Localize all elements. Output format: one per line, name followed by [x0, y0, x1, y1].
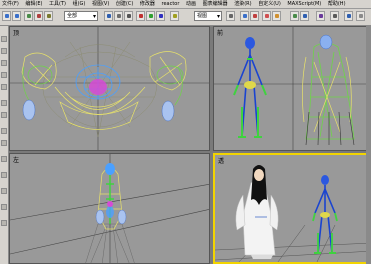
menu-customize[interactable]: 自定义(U) [258, 0, 281, 8]
tool-icon-5[interactable] [1, 84, 7, 90]
menu-rendering[interactable]: 渲染(R) [234, 0, 251, 8]
material-editor-icon[interactable] [316, 11, 325, 21]
menu-animation[interactable]: 动画 [186, 0, 196, 8]
tool-icon-11[interactable] [1, 172, 7, 178]
tool-icon-14[interactable] [1, 220, 7, 226]
render-scene-icon[interactable] [330, 11, 339, 21]
biped-pelvis [244, 81, 256, 89]
viewport-perspective[interactable]: 透 [213, 153, 371, 264]
left-view-head [105, 163, 115, 175]
tool-icon-9[interactable] [1, 140, 7, 146]
region-select-icon[interactable] [124, 11, 133, 21]
biped-head [245, 37, 255, 49]
tool-icon-10[interactable] [1, 156, 7, 162]
select-icon[interactable] [104, 11, 113, 21]
pelvis-mark [89, 79, 107, 95]
front-wireframe [214, 27, 370, 150]
tool-icon-12[interactable] [1, 188, 7, 194]
viewport-front[interactable]: 前 [213, 26, 371, 151]
top-wireframe [10, 27, 209, 150]
tool-icon-13[interactable] [1, 204, 7, 210]
align-icon[interactable] [272, 11, 281, 21]
selection-filter-dropdown[interactable]: 全部 [64, 11, 98, 21]
menu-views[interactable]: 视图(V) [92, 0, 109, 8]
tool-icon-8[interactable] [1, 128, 7, 134]
link-icon[interactable] [24, 11, 33, 21]
viewport-top[interactable]: 顶 [9, 26, 210, 151]
menu-graph-editors[interactable]: 图表编辑器 [203, 0, 228, 8]
scale-icon[interactable] [156, 11, 165, 21]
select-by-name-icon[interactable] [114, 11, 123, 21]
curve-editor-icon[interactable] [300, 11, 309, 21]
viewport-right-edge [366, 26, 371, 264]
redo-icon[interactable] [12, 11, 21, 21]
menu-group[interactable]: 组(G) [73, 0, 86, 8]
undo-icon[interactable] [2, 11, 11, 21]
pivot-icon[interactable] [226, 11, 235, 21]
menu-tools[interactable]: 工具(T) [49, 0, 66, 8]
move-icon[interactable] [136, 11, 145, 21]
viewport-label[interactable]: 顶 [13, 28, 19, 37]
angle-snap-icon[interactable] [250, 11, 259, 21]
main-toolbar: 全部 视图 [0, 9, 371, 26]
quick-render-icon[interactable] [344, 11, 353, 21]
teapot-icon[interactable] [356, 11, 365, 21]
snap-icon[interactable] [240, 11, 249, 21]
menu-create[interactable]: 创建(C) [116, 0, 133, 8]
tool-icon-1[interactable] [1, 36, 7, 42]
menu-maxscript[interactable]: MAXScript(M) [287, 0, 321, 8]
menu-bar: 文件(F) 编辑(E) 工具(T) 组(G) 视图(V) 创建(C) 修改器 r… [0, 0, 371, 9]
tool-icon-6[interactable] [1, 100, 7, 106]
select-manipulate-icon[interactable] [170, 11, 179, 21]
mirror-icon[interactable] [262, 11, 271, 21]
bind-icon[interactable] [44, 11, 53, 21]
tool-icon-2[interactable] [1, 48, 7, 54]
menu-file[interactable]: 文件(F) [2, 0, 19, 8]
tool-icon-7[interactable] [1, 112, 7, 118]
menu-help[interactable]: 帮助(H) [328, 0, 346, 8]
viewport-label[interactable]: 左 [13, 155, 19, 164]
perspective-render [215, 165, 369, 262]
viewport-label[interactable]: 透 [218, 156, 224, 165]
rotate-icon[interactable] [146, 11, 155, 21]
left-wireframe [10, 154, 209, 263]
menu-modifiers[interactable]: 修改器 [140, 0, 155, 8]
left-toolbar [0, 26, 9, 264]
viewport-left[interactable]: 左 [9, 153, 210, 264]
reference-coord-dropdown[interactable]: 视图 [194, 11, 222, 21]
right-hand-mesh [161, 100, 175, 122]
unlink-icon[interactable] [34, 11, 43, 21]
tool-icon-3[interactable] [1, 60, 7, 66]
menu-edit[interactable]: 编辑(E) [25, 0, 42, 8]
layer-manager-icon[interactable] [290, 11, 299, 21]
viewport-label[interactable]: 前 [217, 28, 223, 37]
menu-reactor[interactable]: reactor [162, 0, 180, 8]
left-hand-mesh [22, 99, 36, 121]
tool-icon-4[interactable] [1, 72, 7, 78]
